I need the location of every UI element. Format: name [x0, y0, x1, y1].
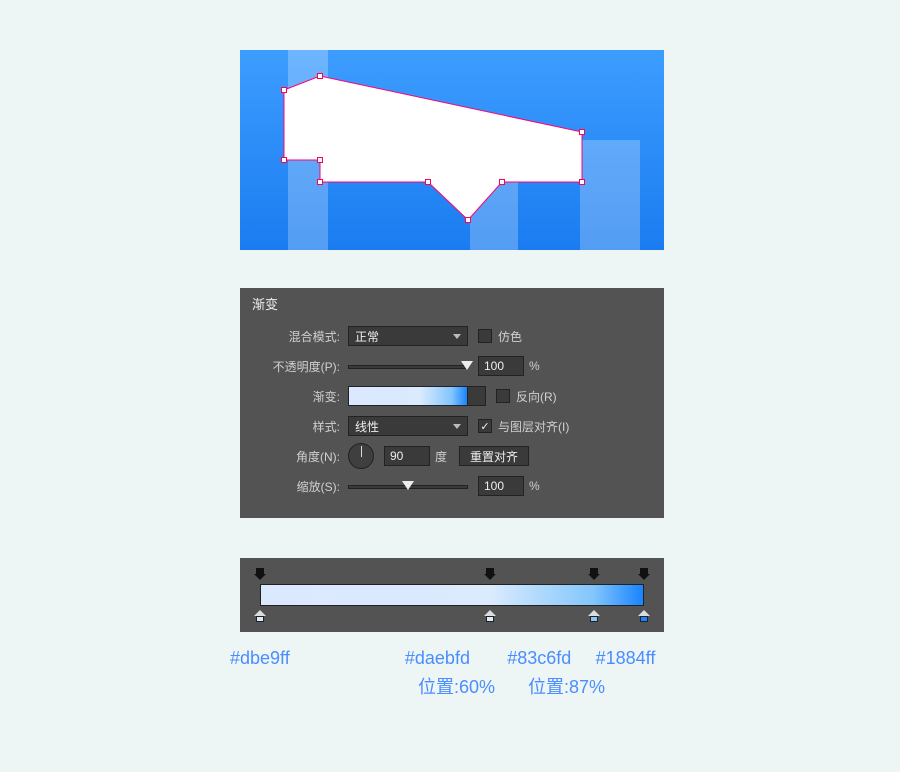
anchor-point[interactable]: [317, 73, 323, 79]
gradient-track[interactable]: [260, 584, 644, 606]
slider-thumb[interactable]: [461, 361, 473, 370]
angle-unit: 度: [435, 448, 447, 465]
legend-color-2: #daebfd: [405, 648, 507, 669]
anchor-point[interactable]: [465, 217, 471, 223]
anchor-point[interactable]: [281, 87, 287, 93]
style-value: 线性: [355, 418, 379, 435]
style-select[interactable]: 线性: [348, 416, 468, 436]
opacity-value[interactable]: 100: [478, 356, 524, 376]
color-stops-row: [260, 610, 644, 622]
dither-checkbox[interactable]: [478, 329, 492, 343]
gradient-label: 渐变:: [252, 388, 348, 405]
scale-value[interactable]: 100: [478, 476, 524, 496]
align-layer-checkbox[interactable]: [478, 419, 492, 433]
legend-pos-2: 位置:60%: [418, 673, 528, 699]
anchor-point[interactable]: [499, 179, 505, 185]
opacity-stop[interactable]: [638, 568, 650, 580]
opacity-stop[interactable]: [254, 568, 266, 580]
slider-thumb[interactable]: [402, 481, 414, 490]
legend-color-4: #1884ff: [596, 648, 670, 669]
scale-label: 缩放(S):: [252, 478, 348, 495]
blend-mode-select[interactable]: 正常: [348, 326, 468, 346]
opacity-slider[interactable]: [348, 365, 468, 369]
gradient-editor: [240, 558, 664, 632]
align-layer-label: 与图层对齐(I): [498, 418, 569, 435]
legend-pos-3: 位置:87%: [528, 673, 623, 699]
opacity-stops-row: [260, 568, 644, 580]
angle-value[interactable]: 90: [384, 446, 430, 466]
anchor-point[interactable]: [579, 179, 585, 185]
legend-color-1: #dbe9ff: [230, 648, 405, 669]
anchor-point[interactable]: [579, 129, 585, 135]
gradient-picker-button[interactable]: [468, 386, 486, 406]
color-stop[interactable]: [254, 610, 266, 622]
canvas-preview: [240, 50, 664, 250]
reset-align-button[interactable]: 重置对齐: [459, 446, 529, 466]
opacity-label: 不透明度(P):: [252, 358, 348, 375]
chevron-down-icon: [453, 334, 461, 339]
color-stop[interactable]: [484, 610, 496, 622]
angle-dial[interactable]: [348, 443, 374, 469]
reverse-label: 反向(R): [516, 388, 557, 405]
legend-color-3: #83c6fd: [507, 648, 595, 669]
color-legend: #dbe9ff #daebfd #83c6fd #1884ff 位置:60% 位…: [230, 648, 670, 699]
opacity-unit: %: [529, 359, 540, 373]
chevron-down-icon: [453, 424, 461, 429]
anchor-point[interactable]: [317, 179, 323, 185]
opacity-stop[interactable]: [588, 568, 600, 580]
selected-path[interactable]: [240, 50, 664, 250]
color-stop[interactable]: [588, 610, 600, 622]
anchor-point[interactable]: [425, 179, 431, 185]
scale-slider[interactable]: [348, 485, 468, 489]
gradient-overlay-panel: 渐变 混合模式: 正常 仿色 不透明度(P): 100 % 渐变: 反向(R) …: [240, 288, 664, 518]
color-stop[interactable]: [638, 610, 650, 622]
reverse-checkbox[interactable]: [496, 389, 510, 403]
anchor-point[interactable]: [281, 157, 287, 163]
blend-mode-value: 正常: [355, 328, 379, 345]
gradient-preview[interactable]: [348, 386, 468, 406]
dither-label: 仿色: [498, 328, 522, 345]
opacity-stop[interactable]: [484, 568, 496, 580]
panel-title: 渐变: [252, 294, 652, 313]
angle-label: 角度(N):: [252, 448, 348, 465]
blend-mode-label: 混合模式:: [252, 328, 348, 345]
style-label: 样式:: [252, 418, 348, 435]
anchor-point[interactable]: [317, 157, 323, 163]
scale-unit: %: [529, 479, 540, 493]
